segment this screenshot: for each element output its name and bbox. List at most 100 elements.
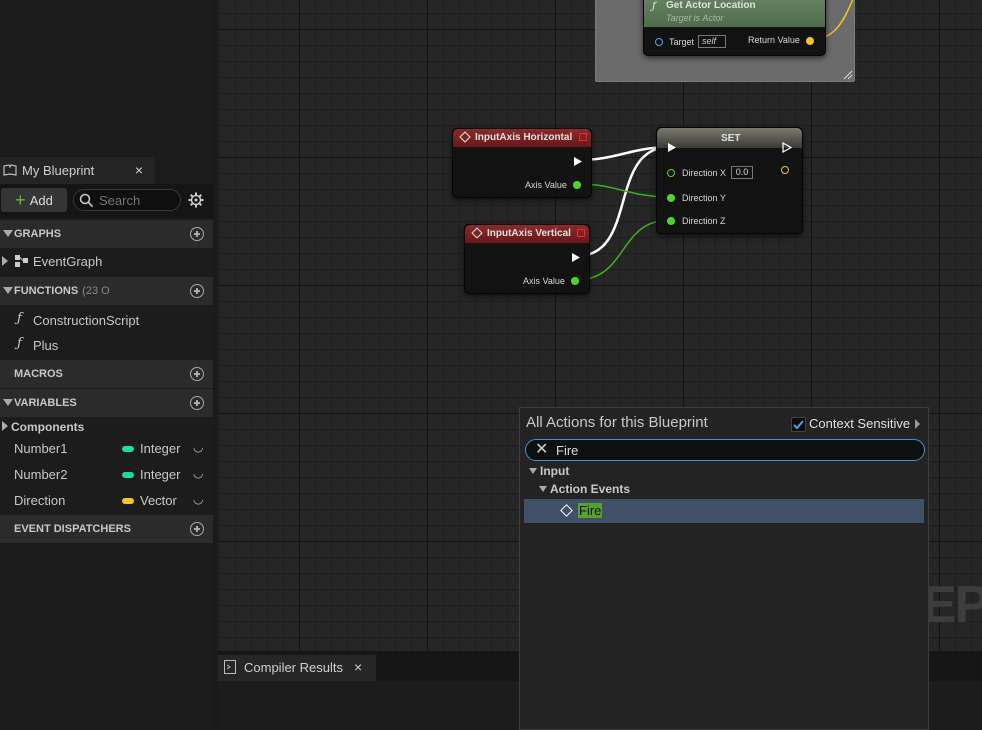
graph-item-eventgraph[interactable]: EventGraph	[0, 249, 213, 273]
collapse-arrow-icon[interactable]	[3, 399, 13, 406]
section-label: MACROS	[14, 368, 63, 380]
tree-category-input[interactable]: Input	[540, 464, 569, 478]
direction-z-pin[interactable]	[667, 217, 675, 225]
variable-item-number2[interactable]: Number2 Integer ◡	[0, 462, 213, 488]
node-input-axis-vertical[interactable]: InputAxis Vertical Axis Value	[464, 224, 590, 294]
section-label: GRAPHS	[14, 228, 62, 240]
action-search-field[interactable]: ✕	[525, 439, 925, 461]
category-label: Components	[11, 420, 85, 434]
exec-in-pin[interactable]	[667, 142, 678, 153]
compiler-results-label: Compiler Results	[244, 660, 343, 675]
checkmark-icon	[793, 420, 804, 430]
add-circle-icon[interactable]	[190, 396, 204, 410]
my-blueprint-tab-label: My Blueprint	[22, 163, 95, 178]
node-get-actor-location[interactable]: ƒ Get Actor Location Target is Actor Tar…	[643, 0, 826, 56]
add-circle-icon[interactable]	[190, 284, 204, 298]
exec-out-pin[interactable]	[571, 252, 582, 263]
book-icon	[3, 164, 17, 176]
expand-arrow-icon[interactable]	[2, 421, 8, 431]
function-icon: ƒ	[652, 1, 656, 12]
action-item-label: Fire	[578, 503, 603, 518]
target-pin-icon[interactable]	[655, 38, 663, 46]
add-button[interactable]: + Add	[1, 188, 67, 212]
action-search-input[interactable]	[556, 442, 896, 458]
event-graph-icon	[15, 255, 28, 267]
variable-name: Number2	[14, 467, 68, 482]
direction-x-pin[interactable]	[667, 169, 675, 177]
my-blueprint-panel: My Blueprint × + Add GRAPHS	[0, 0, 213, 730]
plus-icon: +	[15, 190, 26, 210]
section-label: VARIABLES	[14, 397, 77, 409]
collapse-arrow-icon[interactable]	[529, 468, 537, 474]
direction-x-value-field[interactable]: 0.0	[731, 166, 753, 179]
variable-category-components[interactable]: Components	[0, 414, 213, 438]
eye-closed-icon[interactable]: ◡	[193, 466, 203, 480]
vector-type-pill	[122, 498, 134, 504]
my-blueprint-tab[interactable]: My Blueprint ×	[0, 157, 155, 184]
delegate-pin-icon[interactable]	[579, 133, 587, 141]
direction-y-pin[interactable]	[667, 194, 675, 202]
section-event-dispatchers[interactable]: EVENT DISPATCHERS	[0, 515, 213, 543]
direction-x-label: Direction X	[682, 168, 727, 178]
variable-item-direction[interactable]: Direction Vector ◡	[0, 488, 213, 514]
variable-name: Direction	[14, 493, 66, 508]
direction-y-label: Direction Y	[682, 193, 726, 203]
section-graphs[interactable]: GRAPHS	[0, 220, 213, 248]
node-input-axis-horizontal[interactable]: InputAxis Horizontal Axis Value	[452, 128, 592, 198]
function-item-plus[interactable]: ƒ Plus	[0, 333, 213, 357]
axis-value-pin[interactable]	[571, 277, 579, 285]
context-sensitive-checkbox[interactable]	[791, 417, 806, 432]
section-functions[interactable]: FUNCTIONS (23 O	[0, 277, 213, 305]
action-item-fire[interactable]: Fire	[524, 499, 924, 523]
variable-type[interactable]: Integer	[140, 467, 180, 482]
gear-icon[interactable]	[188, 192, 204, 208]
close-icon[interactable]: ×	[354, 659, 362, 675]
function-icon: ƒ	[17, 336, 22, 351]
node-set[interactable]: SET Direction X 0.0 Direction Y Directio…	[656, 127, 803, 234]
collapse-arrow-icon[interactable]	[3, 230, 13, 237]
expand-arrow-icon[interactable]	[2, 256, 8, 266]
function-item-constructionscript[interactable]: ƒ ConstructionScript	[0, 308, 213, 332]
delegate-pin-icon[interactable]	[577, 229, 585, 237]
direction-z-label: Direction Z	[682, 216, 726, 226]
exec-out-pin[interactable]	[782, 142, 793, 153]
variable-type[interactable]: Vector	[140, 493, 177, 508]
terminal-icon	[224, 660, 236, 674]
axis-value-label: Axis Value	[525, 180, 567, 190]
expand-arrow-icon[interactable]	[915, 419, 920, 429]
search-field[interactable]	[73, 189, 181, 211]
node-title: SET	[721, 133, 741, 144]
close-icon[interactable]: ×	[135, 162, 143, 178]
action-menu-title: All Actions for this Blueprint	[526, 414, 708, 431]
compiler-results-tab[interactable]: Compiler Results ×	[218, 655, 376, 681]
collapse-arrow-icon[interactable]	[539, 486, 547, 492]
axis-value-pin[interactable]	[573, 181, 581, 189]
eye-closed-icon[interactable]: ◡	[193, 440, 203, 454]
blueprint-watermark: EP	[922, 576, 982, 634]
return-value-label: Return Value	[748, 35, 800, 45]
add-circle-icon[interactable]	[190, 522, 204, 536]
section-macros[interactable]: MACROS	[0, 360, 213, 388]
vector-out-pin[interactable]	[781, 166, 789, 174]
search-input[interactable]	[99, 192, 177, 208]
integer-type-pill	[122, 472, 134, 478]
search-icon	[79, 193, 94, 208]
exec-out-pin[interactable]	[573, 156, 584, 167]
eye-closed-icon[interactable]: ◡	[193, 492, 203, 506]
action-menu-popup: All Actions for this Blueprint Context S…	[519, 407, 929, 730]
axis-value-label: Axis Value	[523, 276, 565, 286]
variable-type[interactable]: Integer	[140, 441, 180, 456]
context-sensitive-label[interactable]: Context Sensitive	[809, 416, 910, 431]
variable-item-number1[interactable]: Number1 Integer ◡	[0, 436, 213, 462]
node-title: Get Actor Location	[666, 0, 756, 11]
collapse-arrow-icon[interactable]	[3, 287, 13, 294]
return-value-pin[interactable]	[806, 37, 814, 45]
clear-icon[interactable]: ✕	[535, 440, 548, 460]
target-self-field[interactable]: self	[698, 35, 726, 48]
tree-subcategory-action-events[interactable]: Action Events	[550, 482, 630, 496]
section-variables[interactable]: VARIABLES	[0, 389, 213, 417]
integer-type-pill	[122, 446, 134, 452]
add-circle-icon[interactable]	[190, 367, 204, 381]
add-circle-icon[interactable]	[190, 227, 204, 241]
section-label: FUNCTIONS	[14, 285, 79, 297]
